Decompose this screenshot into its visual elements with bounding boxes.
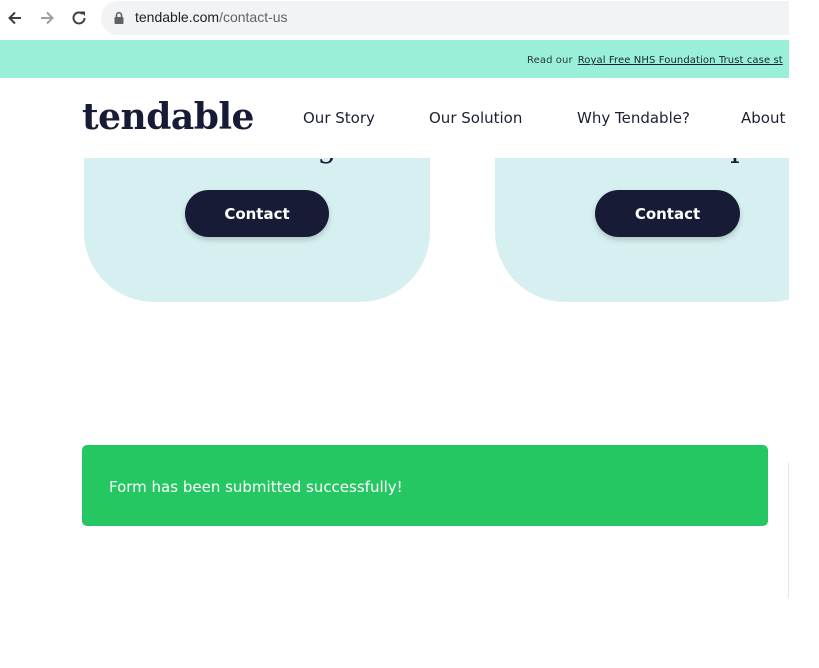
- url-text: tendable.com/contact-us: [135, 9, 288, 25]
- announcement-bar: Read our Royal Free NHS Foundation Trust …: [0, 40, 789, 78]
- url-path: /contact-us: [219, 9, 288, 25]
- reload-icon: [72, 11, 86, 25]
- back-button[interactable]: [4, 7, 26, 29]
- announcement-text: Read our Royal Free NHS Foundation Trust …: [527, 55, 783, 66]
- address-bar[interactable]: tendable.com/contact-us: [101, 1, 789, 35]
- arrow-right-icon: [41, 11, 54, 25]
- url-domain: tendable.com: [135, 9, 220, 25]
- case-study-link[interactable]: Royal Free NHS Foundation Trust case st: [578, 55, 783, 66]
- nav-our-story[interactable]: Our Story: [303, 109, 375, 127]
- arrow-left-icon: [8, 11, 21, 25]
- nav-why-tendable[interactable]: Why Tendable?: [577, 109, 690, 127]
- reload-button[interactable]: [68, 7, 90, 29]
- browser-viewport: tendable.com/contact-us Read our Royal Fr…: [0, 0, 789, 668]
- partnerships-contact-button[interactable]: Contact: [595, 190, 740, 237]
- announcement-prefix: Read our: [527, 55, 573, 66]
- marketing-contact-button[interactable]: Contact: [185, 190, 329, 237]
- success-alert: Form has been submitted successfully!: [82, 445, 768, 526]
- nav-about[interactable]: About: [741, 109, 785, 127]
- forward-button[interactable]: [36, 7, 58, 29]
- lock-icon: [114, 11, 124, 24]
- success-message: Form has been submitted successfully!: [109, 478, 403, 496]
- site-header: tendable Our Story Our Solution Why Tend…: [0, 78, 789, 158]
- window-edge: [789, 0, 819, 668]
- browser-toolbar: tendable.com/contact-us: [0, 0, 789, 40]
- tendable-logo[interactable]: tendable: [82, 96, 254, 138]
- nav-our-solution[interactable]: Our Solution: [429, 109, 522, 127]
